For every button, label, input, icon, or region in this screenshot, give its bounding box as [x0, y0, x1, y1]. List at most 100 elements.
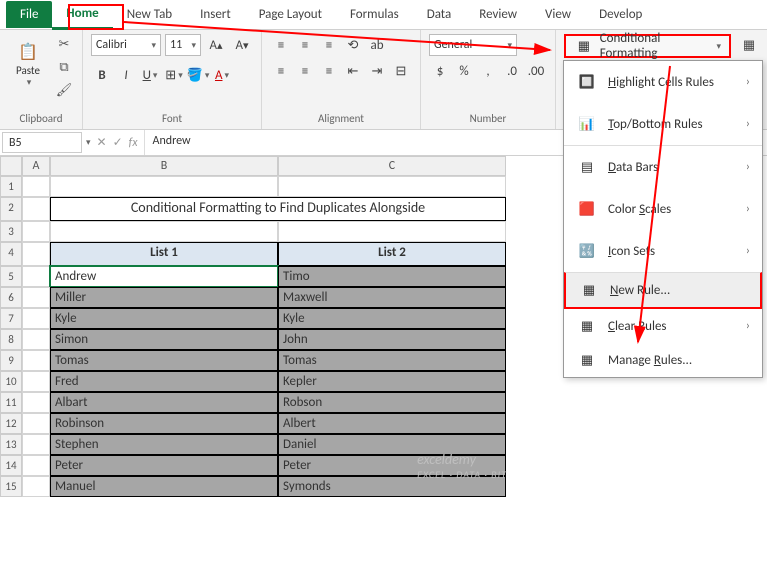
align-middle-button[interactable]: ≡ — [294, 34, 316, 56]
cell-C9[interactable]: Tomas — [278, 350, 506, 371]
italic-button[interactable]: I — [115, 64, 137, 86]
name-box[interactable]: B5 — [2, 132, 82, 153]
font-color-button[interactable]: A▾ — [211, 64, 233, 86]
tab-view[interactable]: View — [531, 1, 585, 28]
styles-more-button[interactable]: ▦ — [739, 34, 759, 56]
cell-C10[interactable]: Kepler — [278, 371, 506, 392]
comma-button[interactable]: , — [477, 60, 499, 82]
cell-C12[interactable]: Albert — [278, 413, 506, 434]
tab-home[interactable]: Home — [52, 0, 112, 30]
bold-button[interactable]: B — [91, 64, 113, 86]
col-header-B[interactable]: B — [50, 156, 278, 176]
wrap-text-button[interactable]: ab — [366, 34, 388, 56]
cell-B8[interactable]: Simon — [50, 329, 278, 350]
row-header-8[interactable]: 8 — [0, 329, 22, 350]
cf-data-bars[interactable]: ▤Data Bars› — [564, 145, 762, 188]
cell-B6[interactable]: Miller — [50, 287, 278, 308]
cf-color-scales[interactable]: 🟥Color Scales› — [564, 188, 762, 230]
cf-highlight-rules[interactable]: 🔲Highlight Cells Rules› — [564, 61, 762, 103]
row-header-14[interactable]: 14 — [0, 455, 22, 476]
decrease-indent-button[interactable]: ⇤ — [342, 60, 364, 82]
tab-page-layout[interactable]: Page Layout — [245, 1, 336, 28]
cell-C6[interactable]: Maxwell — [278, 287, 506, 308]
cell-B12[interactable]: Robinson — [50, 413, 278, 434]
title-cell[interactable]: Conditional Formatting to Find Duplicate… — [50, 197, 506, 221]
tab-developer[interactable]: Develop — [585, 1, 656, 28]
cut-button[interactable]: ✂ — [54, 34, 74, 54]
underline-button[interactable]: U▾ — [139, 64, 161, 86]
conditional-formatting-icon: ▦ — [574, 35, 594, 57]
cell-B10[interactable]: Fred — [50, 371, 278, 392]
font-size-combo[interactable]: 11▾ — [165, 34, 201, 56]
cell-B5[interactable]: Andrew — [50, 266, 278, 287]
col-header-A[interactable]: A — [22, 156, 50, 176]
enter-icon[interactable]: ✓ — [113, 135, 123, 150]
decrease-decimal-button[interactable]: .00 — [525, 60, 547, 82]
cf-topbottom-rules[interactable]: 📊Top/Bottom Rules› — [564, 103, 762, 145]
cell-B9[interactable]: Tomas — [50, 350, 278, 371]
tab-formulas[interactable]: Formulas — [336, 1, 413, 28]
col-header-C[interactable]: C — [278, 156, 506, 176]
databars-icon: ▤ — [576, 156, 598, 178]
row-header-9[interactable]: 9 — [0, 350, 22, 371]
row-header-6[interactable]: 6 — [0, 287, 22, 308]
cf-new-rule[interactable]: ▦New Rule... — [564, 272, 762, 309]
number-format-combo[interactable]: General▾ — [429, 34, 517, 56]
select-all-triangle[interactable] — [0, 156, 22, 176]
tab-insert[interactable]: Insert — [186, 1, 245, 28]
header-list1[interactable]: List 1 — [50, 242, 278, 266]
orientation-button[interactable]: ⟲ — [342, 34, 364, 56]
cf-manage-rules[interactable]: ▦Manage Rules... — [564, 343, 762, 377]
cf-icon-sets[interactable]: 🔣Icon Sets› — [564, 230, 762, 272]
increase-font-button[interactable]: A▴ — [205, 34, 227, 56]
cell-B14[interactable]: Peter — [50, 455, 278, 476]
row-header-4[interactable]: 4 — [0, 242, 22, 266]
tab-new[interactable]: New Tab — [113, 1, 186, 28]
row-header-10[interactable]: 10 — [0, 371, 22, 392]
fx-icon[interactable]: fx — [129, 136, 138, 150]
cell-B13[interactable]: Stephen — [50, 434, 278, 455]
row-header-11[interactable]: 11 — [0, 392, 22, 413]
decrease-font-button[interactable]: A▾ — [231, 34, 253, 56]
fill-color-button[interactable]: 🪣▾ — [187, 64, 209, 86]
align-bottom-button[interactable]: ≡ — [318, 34, 340, 56]
percent-button[interactable]: % — [453, 60, 475, 82]
copy-button[interactable]: ⧉ — [54, 57, 74, 77]
currency-button[interactable]: $ — [429, 60, 451, 82]
paste-button[interactable]: 📋 Paste ▾ — [8, 34, 48, 94]
tab-review[interactable]: Review — [465, 1, 531, 28]
align-left-button[interactable]: ≡ — [270, 60, 292, 82]
align-top-button[interactable]: ≡ — [270, 34, 292, 56]
header-list2[interactable]: List 2 — [278, 242, 506, 266]
tab-data[interactable]: Data — [413, 1, 466, 28]
conditional-formatting-button[interactable]: ▦ Conditional Formatting ▾ — [564, 34, 731, 58]
colorscales-icon: 🟥 — [576, 198, 598, 220]
border-button[interactable]: ⊞▾ — [163, 64, 185, 86]
cf-clear-rules[interactable]: ▦Clear Rules› — [564, 309, 762, 343]
cell-B7[interactable]: Kyle — [50, 308, 278, 329]
format-painter-button[interactable]: 🖌 — [54, 80, 74, 100]
row-header-15[interactable]: 15 — [0, 476, 22, 497]
merge-button[interactable]: ⊟ — [390, 60, 412, 82]
row-header-7[interactable]: 7 — [0, 308, 22, 329]
row-header-13[interactable]: 13 — [0, 434, 22, 455]
cell-C11[interactable]: Robson — [278, 392, 506, 413]
align-right-button[interactable]: ≡ — [318, 60, 340, 82]
cell-C7[interactable]: Kyle — [278, 308, 506, 329]
cell-C8[interactable]: John — [278, 329, 506, 350]
row-header-3[interactable]: 3 — [0, 221, 22, 242]
row-header-5[interactable]: 5 — [0, 266, 22, 287]
tab-file[interactable]: File — [6, 1, 52, 28]
row-header-2[interactable]: 2 — [0, 197, 22, 221]
cell-B11[interactable]: Albart — [50, 392, 278, 413]
row-header-12[interactable]: 12 — [0, 413, 22, 434]
row-header-1[interactable]: 1 — [0, 176, 22, 197]
cancel-icon[interactable]: ✕ — [97, 135, 107, 150]
cell-C5[interactable]: Timo — [278, 266, 506, 287]
cell-B15[interactable]: Manuel — [50, 476, 278, 497]
increase-decimal-button[interactable]: .0 — [501, 60, 523, 82]
increase-indent-button[interactable]: ⇥ — [366, 60, 388, 82]
conditional-formatting-menu: 🔲Highlight Cells Rules› 📊Top/Bottom Rule… — [563, 60, 763, 378]
font-name-combo[interactable]: Calibri▾ — [91, 34, 161, 56]
align-center-button[interactable]: ≡ — [294, 60, 316, 82]
